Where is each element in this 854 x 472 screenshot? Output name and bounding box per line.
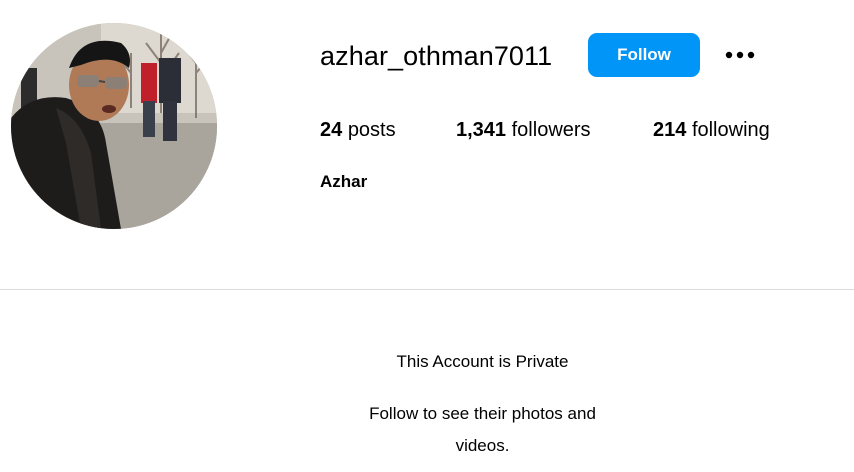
followers-label: followers [511,119,591,141]
following-label: following [691,119,770,141]
profile-full-name: Azhar [320,172,368,191]
followers-stat[interactable]: 1,341 followers [456,117,653,143]
follow-button[interactable]: Follow [588,33,700,77]
profile-username: azhar_othman7011 [320,41,553,71]
following-stat[interactable]: 214 following [653,117,770,143]
profile-page: azhar_othman7011 Follow 24 posts 1,341 f… [0,0,854,472]
section-divider [0,289,854,290]
private-account-title: This Account is Private [396,352,569,371]
followers-count: 1,341 [456,119,507,141]
profile-avatar[interactable] [11,23,217,229]
posts-count: 24 [320,119,343,141]
private-account-subtitle: Follow to see their photos and videos. [369,404,596,455]
posts-stat: 24 posts [320,117,456,143]
more-options-icon [725,51,755,59]
more-options-button[interactable] [722,40,758,70]
posts-label: posts [347,119,396,141]
profile-stats: 24 posts 1,341 followers 214 following [320,117,770,143]
following-count: 214 [653,119,687,141]
avatar-photo [11,23,217,229]
